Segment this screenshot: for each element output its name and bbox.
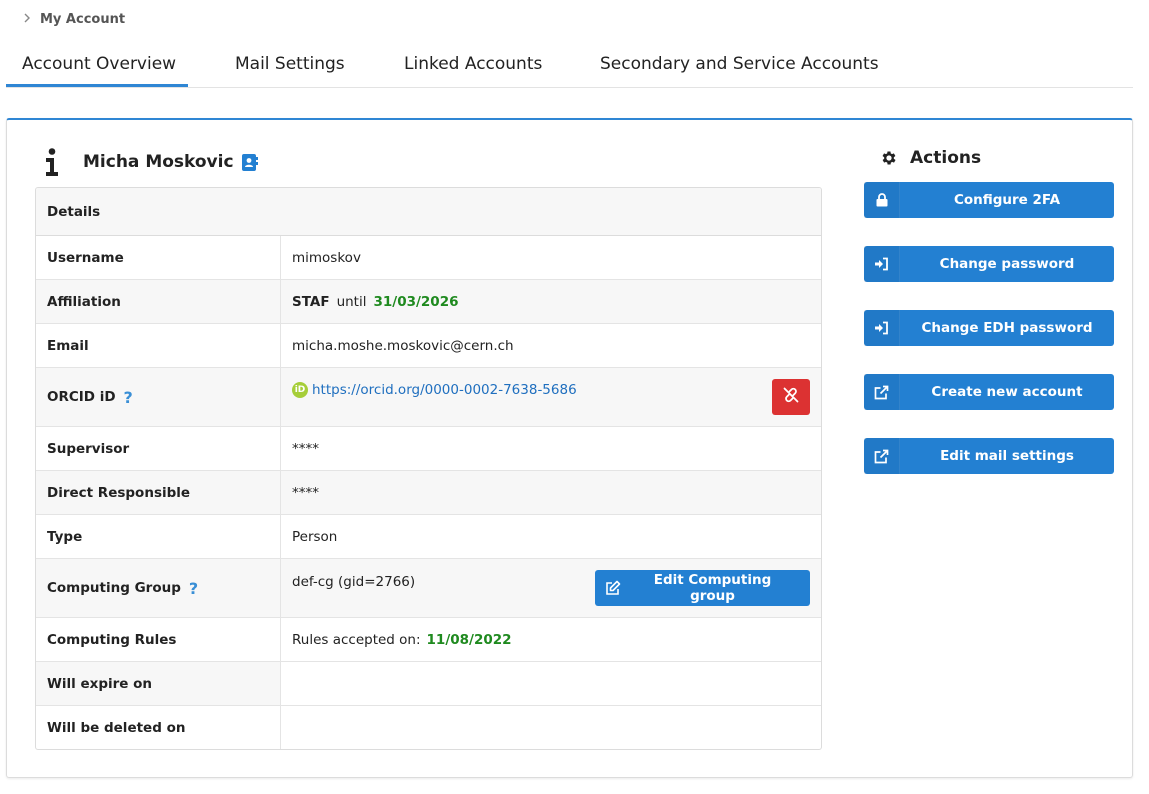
email-label: Email (36, 324, 281, 367)
row-username: Username mimoskov (36, 236, 821, 280)
computing-group-help-icon[interactable]: ? (189, 579, 198, 598)
info-icon (45, 148, 59, 176)
sign-in-icon (864, 246, 900, 282)
create-new-account-button[interactable]: Create new account (864, 374, 1114, 410)
configure-2fa-label: Configure 2FA (953, 192, 1061, 208)
unlink-orcid-button[interactable] (772, 379, 810, 415)
configure-2fa-button[interactable]: Configure 2FA (864, 182, 1114, 218)
lock-icon (864, 182, 900, 218)
email-value: micha.moshe.moskovic@cern.ch (292, 337, 514, 354)
edit-computing-group-button[interactable]: Edit Computing group (595, 570, 810, 606)
direct-responsible-label: Direct Responsible (36, 471, 281, 514)
edit-mail-settings-label: Edit mail settings (940, 448, 1074, 464)
sign-in-icon (864, 310, 900, 346)
details-table: Details Username mimoskov Affiliation ST… (35, 187, 822, 750)
type-value: Person (292, 528, 338, 545)
row-affiliation: Affiliation STAF until 31/03/2026 (36, 280, 821, 324)
direct-responsible-value: **** (292, 484, 319, 501)
row-computing-group: Computing Group ? def-cg (gid=2766) Edit… (36, 559, 821, 618)
unlink-icon (783, 387, 799, 407)
breadcrumb: My Account (24, 12, 125, 27)
computing-group-label: Computing Group (47, 580, 181, 596)
gear-icon (882, 151, 896, 165)
type-label: Type (36, 515, 281, 558)
orcid-value: iD https://orcid.org/0000-0002-7638-5686 (281, 368, 821, 426)
affiliation-value: STAF until 31/03/2026 (281, 280, 821, 323)
actions-header: Actions (880, 148, 981, 168)
edit-icon (595, 570, 631, 606)
change-password-label: Change password (939, 256, 1075, 272)
orcid-help-icon[interactable]: ? (124, 388, 133, 407)
tab-account-overview[interactable]: Account Overview (6, 54, 188, 87)
details-header: Details (36, 188, 821, 236)
orcid-label: ORCID iD (47, 389, 116, 405)
row-will-be-deleted: Will be deleted on (36, 706, 821, 749)
tab-linked-accounts[interactable]: Linked Accounts (404, 54, 542, 87)
row-computing-rules: Computing Rules Rules accepted on: 11/08… (36, 618, 821, 662)
computing-group-value: def-cg (gid=2766) (292, 574, 416, 590)
computing-group-label-cell: Computing Group ? (36, 559, 281, 617)
orcid-link[interactable]: https://orcid.org/0000-0002-7638-5686 (312, 382, 577, 398)
username-label: Username (36, 236, 281, 279)
supervisor-value: **** (292, 440, 319, 457)
edit-mail-settings-button[interactable]: Edit mail settings (864, 438, 1114, 474)
username-value: mimoskov (292, 249, 361, 266)
change-password-button[interactable]: Change password (864, 246, 1114, 282)
person-header: Micha Moskovic (45, 148, 258, 176)
row-supervisor: Supervisor **** (36, 427, 821, 471)
row-direct-responsible: Direct Responsible **** (36, 471, 821, 515)
will-be-deleted-label: Will be deleted on (36, 706, 281, 749)
will-expire-label: Will expire on (36, 662, 281, 705)
computing-rules-label: Computing Rules (36, 618, 281, 661)
tab-mail-settings[interactable]: Mail Settings (235, 54, 345, 87)
will-expire-value (281, 662, 821, 705)
row-type: Type Person (36, 515, 821, 559)
change-edh-password-button[interactable]: Change EDH password (864, 310, 1114, 346)
external-link-icon (864, 374, 900, 410)
orcid-label-cell: ORCID iD ? (36, 368, 281, 426)
computing-rules-date: 11/08/2022 (426, 631, 512, 648)
edit-computing-group-label: Edit Computing group (653, 572, 772, 604)
affiliation-code: STAF (292, 293, 330, 310)
row-email: Email micha.moshe.moskovic@cern.ch (36, 324, 821, 368)
account-overview-card: Micha Moskovic Details Username mimoskov… (6, 118, 1133, 778)
external-link-icon (864, 438, 900, 474)
chevron-right-icon (24, 12, 32, 27)
person-name: Micha Moskovic (83, 152, 234, 172)
row-will-expire: Will expire on (36, 662, 821, 706)
will-be-deleted-value (281, 706, 821, 749)
breadcrumb-my-account[interactable]: My Account (40, 12, 125, 27)
change-edh-password-label: Change EDH password (921, 320, 1093, 336)
affiliation-until-label: until (336, 293, 367, 310)
create-new-account-label: Create new account (931, 384, 1083, 400)
computing-rules-value: Rules accepted on: 11/08/2022 (281, 618, 821, 661)
affiliation-label: Affiliation (36, 280, 281, 323)
computing-rules-prefix: Rules accepted on: (292, 631, 421, 648)
row-orcid: ORCID iD ? iD https://orcid.org/0000-000… (36, 368, 821, 427)
affiliation-until-date: 31/03/2026 (373, 293, 459, 310)
address-book-icon[interactable] (241, 153, 258, 171)
computing-group-value-cell: def-cg (gid=2766) Edit Computing group (281, 559, 821, 617)
supervisor-label: Supervisor (36, 427, 281, 470)
orcid-logo-icon: iD (292, 382, 308, 398)
account-tabs: Account Overview Mail Settings Linked Ac… (6, 48, 1133, 88)
actions-title: Actions (910, 148, 982, 168)
tab-secondary-service-accounts[interactable]: Secondary and Service Accounts (600, 54, 879, 87)
